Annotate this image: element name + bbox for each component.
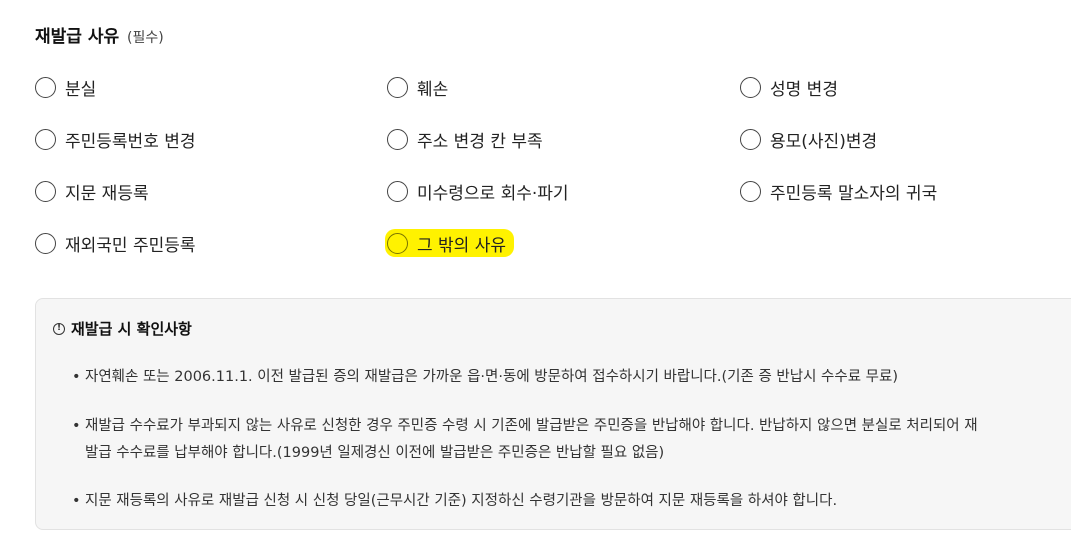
radio-option-label: 분실 — [65, 79, 97, 100]
radio-option-label: 용모(사진)변경 — [770, 131, 878, 152]
radio-option-name-change[interactable]: 성명 변경 — [740, 73, 838, 101]
notice-header: ! 재발급 시 확인사항 — [53, 318, 192, 339]
radio-option-label: 주소 변경 칸 부족 — [417, 131, 543, 152]
radio-option-damaged[interactable]: 훼손 — [387, 73, 448, 101]
notice-item: • 자연훼손 또는 2006.11.1. 이전 발급된 증의 재발급은 가까운 … — [72, 364, 1071, 391]
radio-option-label: 주민등록번호 변경 — [65, 131, 196, 152]
radio-option-label: 지문 재등록 — [65, 183, 149, 204]
radio-option-address-space-full[interactable]: 주소 변경 칸 부족 — [387, 125, 543, 153]
radio-button[interactable] — [387, 76, 408, 98]
section-title: 재발급 사유 (필수) — [35, 22, 164, 47]
radio-option-label: 성명 변경 — [770, 79, 838, 100]
notice-item-text: 발급 수수료를 납부해야 합니다.(1999년 일제경신 이전에 발급받은 주민… — [85, 445, 665, 461]
info-icon: ! — [53, 322, 65, 335]
notice-item: • 지문 재등록의 사유로 재발급 신청 시 신청 당일(근무시간 기준) 지정… — [72, 488, 1071, 515]
radio-button[interactable] — [387, 128, 408, 150]
radio-button[interactable] — [387, 232, 408, 254]
notice-item-text: 재발급 수수료가 부과되지 않는 사유로 신청한 경우 주민증 수령 시 기존에… — [85, 418, 978, 434]
radio-button[interactable] — [387, 180, 408, 202]
radio-option-overseas-national[interactable]: 재외국민 주민등록 — [35, 229, 196, 257]
bullet-dot: • — [72, 369, 81, 385]
radio-button[interactable] — [35, 76, 56, 98]
bullet-dot: • — [72, 418, 81, 434]
radio-button[interactable] — [740, 128, 761, 150]
section-title-text: 재발급 사유 — [35, 27, 120, 47]
radio-option-unclaimed-disposal[interactable]: 미수령으로 회수·파기 — [387, 177, 569, 205]
radio-button[interactable] — [35, 180, 56, 202]
radio-button[interactable] — [35, 232, 56, 254]
radio-option-label: 주민등록 말소자의 귀국 — [770, 183, 938, 204]
notice-item: • 재발급 수수료가 부과되지 않는 사유로 신청한 경우 주민증 수령 시 기… — [72, 413, 1071, 467]
notice-item-text: 자연훼손 또는 2006.11.1. 이전 발급된 증의 재발급은 가까운 읍·… — [85, 369, 898, 385]
required-marker: (필수) — [127, 30, 164, 46]
bullet-dot: • — [72, 493, 81, 509]
notice-item-text: 지문 재등록의 사유로 재발급 신청 시 신청 당일(근무시간 기준) 지정하신… — [85, 493, 838, 509]
radio-option-label: 미수령으로 회수·파기 — [417, 183, 569, 204]
radio-option-label: 재외국민 주민등록 — [65, 235, 196, 256]
radio-option-lost[interactable]: 분실 — [35, 73, 96, 101]
radio-button[interactable] — [740, 180, 761, 202]
radio-option-id-number-change[interactable]: 주민등록번호 변경 — [35, 125, 196, 153]
radio-option-label: 훼손 — [417, 79, 449, 100]
notice-title: 재발급 시 확인사항 — [71, 320, 192, 338]
notice-box: ! 재발급 시 확인사항 • 자연훼손 또는 2006.11.1. 이전 발급된… — [35, 298, 1071, 530]
radio-option-deregistered-return[interactable]: 주민등록 말소자의 귀국 — [740, 177, 937, 205]
radio-option-photo-change[interactable]: 용모(사진)변경 — [740, 125, 877, 153]
radio-option-fingerprint-reregister[interactable]: 지문 재등록 — [35, 177, 149, 205]
radio-option-label: 그 밖의 사유 — [417, 235, 507, 256]
radio-option-other-reason[interactable]: 그 밖의 사유 — [385, 229, 515, 257]
radio-button[interactable] — [740, 76, 761, 98]
radio-button[interactable] — [35, 128, 56, 150]
reissue-reason-page: 재발급 사유 (필수) 분실 훼손 성명 변경 주민등록번호 변경 주소 변경 … — [0, 0, 1071, 538]
